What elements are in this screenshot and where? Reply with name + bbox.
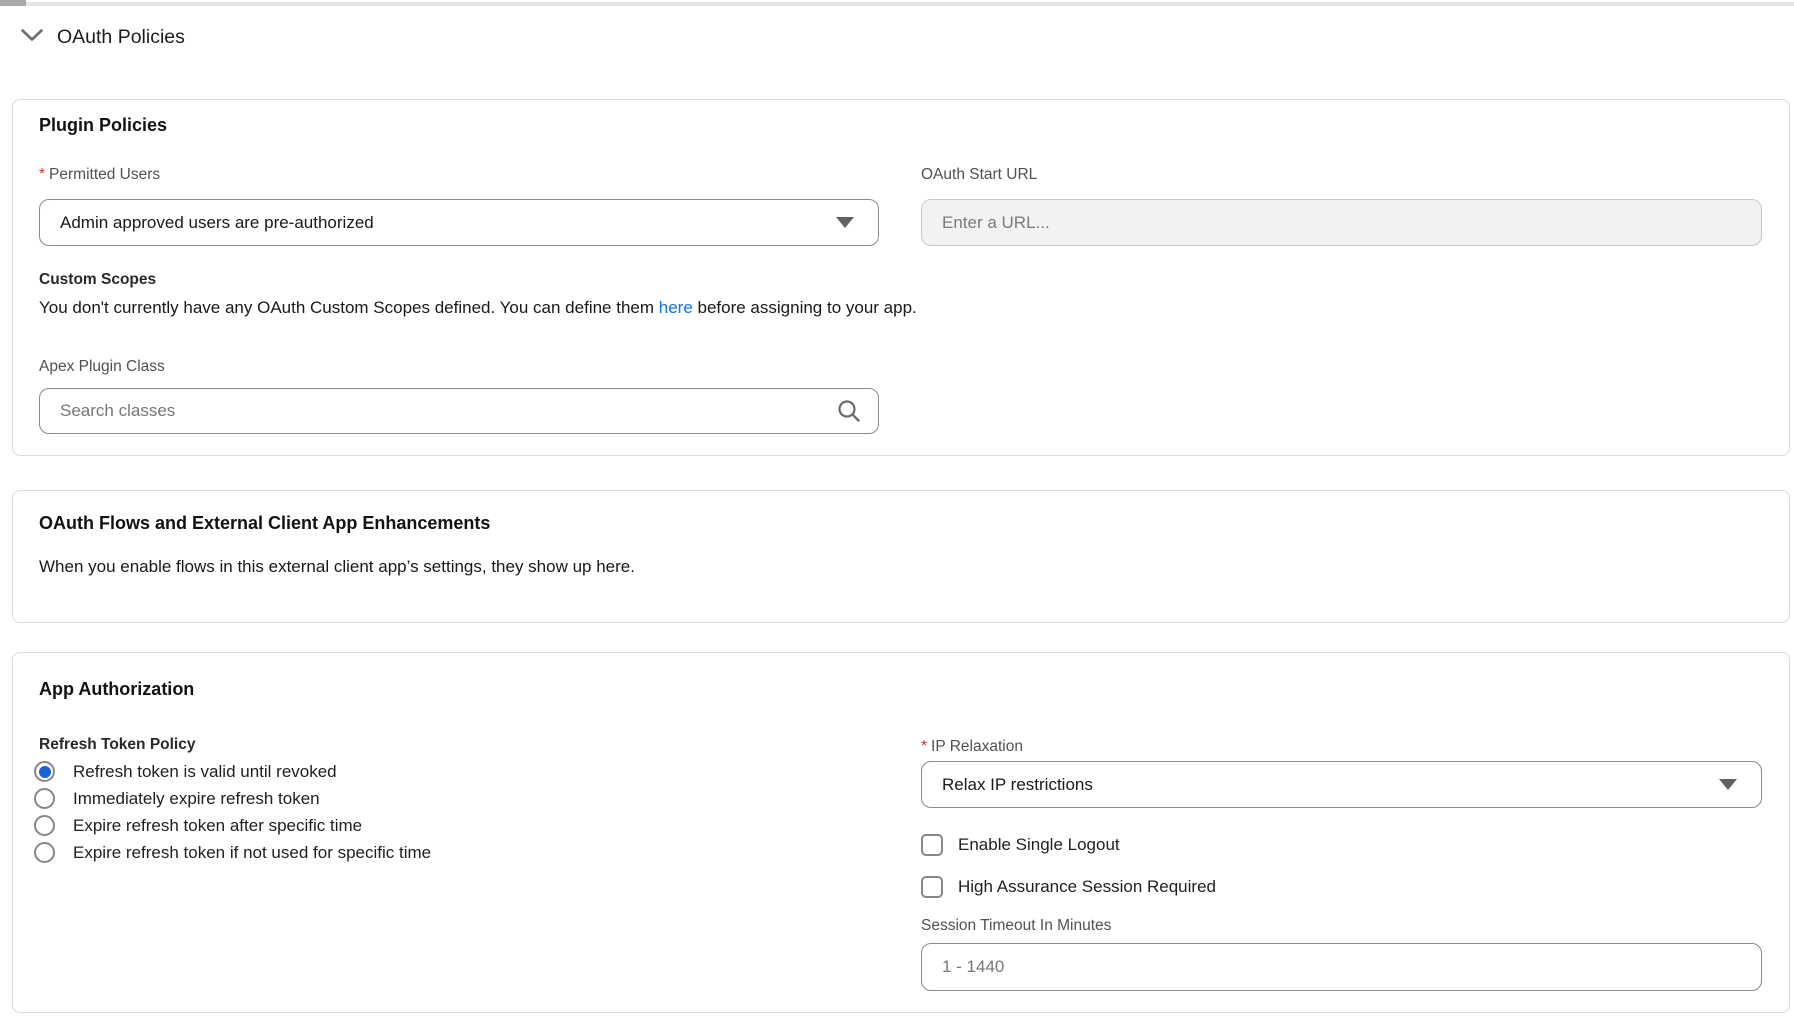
permitted-users-select[interactable]: Admin approved users are pre-authorized [39, 199, 879, 246]
session-timeout-label: Session Timeout In Minutes [921, 917, 1111, 935]
radio-option-valid-until-revoked[interactable]: Refresh token is valid until revoked [34, 761, 431, 782]
plugin-policies-card: Plugin Policies *Permitted Users Admin a… [12, 99, 1790, 456]
radio-icon[interactable] [34, 788, 55, 809]
app-authorization-heading: App Authorization [39, 679, 194, 700]
checkbox-label: Enable Single Logout [958, 835, 1120, 855]
apex-plugin-class-label: Apex Plugin Class [39, 358, 165, 376]
top-divider-segment [0, 0, 26, 6]
ip-relaxation-select-value: Relax IP restrictions [942, 775, 1093, 795]
radio-option-expire-if-unused[interactable]: Expire refresh token if not used for spe… [34, 842, 431, 863]
dropdown-caret-icon [836, 217, 854, 228]
oauth-flows-card: OAuth Flows and External Client App Enha… [12, 490, 1790, 623]
radio-option-label: Expire refresh token after specific time [73, 816, 362, 836]
custom-scopes-label: Custom Scopes [39, 271, 156, 289]
apex-plugin-class-search [39, 388, 879, 434]
required-asterisk: * [921, 738, 927, 755]
ip-relaxation-select[interactable]: Relax IP restrictions [921, 761, 1762, 808]
enable-single-logout-checkbox-row[interactable]: Enable Single Logout [921, 833, 1120, 856]
radio-icon[interactable] [34, 842, 55, 863]
required-asterisk: * [39, 166, 45, 183]
plugin-policies-heading: Plugin Policies [39, 115, 167, 136]
radio-option-expire-after-time[interactable]: Expire refresh token after specific time [34, 815, 431, 836]
radio-icon[interactable] [34, 815, 55, 836]
oauth-policies-screen: OAuth Policies Plugin Policies *Permitte… [0, 0, 1794, 1030]
dropdown-caret-icon [1719, 779, 1737, 790]
radio-option-label: Immediately expire refresh token [73, 789, 320, 809]
section-title: OAuth Policies [57, 26, 185, 49]
checkbox-icon[interactable] [921, 876, 943, 898]
oauth-start-url-label: OAuth Start URL [921, 166, 1037, 184]
high-assurance-session-checkbox-row[interactable]: High Assurance Session Required [921, 875, 1216, 898]
oauth-flows-description: When you enable flows in this external c… [39, 555, 635, 579]
permitted-users-label: *Permitted Users [39, 166, 160, 184]
radio-option-label: Expire refresh token if not used for spe… [73, 843, 431, 863]
top-divider [0, 2, 1794, 6]
oauth-start-url-input [921, 199, 1762, 246]
checkbox-label: High Assurance Session Required [958, 877, 1216, 897]
define-scopes-link[interactable]: here [659, 298, 693, 317]
apex-plugin-class-search-input[interactable] [39, 388, 879, 434]
custom-scopes-text: You don't currently have any OAuth Custo… [39, 296, 917, 320]
oauth-policies-section-header[interactable]: OAuth Policies [20, 24, 185, 50]
radio-option-immediately-expire[interactable]: Immediately expire refresh token [34, 788, 431, 809]
checkbox-icon[interactable] [921, 834, 943, 856]
chevron-down-icon[interactable] [20, 28, 44, 47]
radio-icon[interactable] [34, 761, 55, 782]
refresh-token-policy-radio-group: Refresh token is valid until revoked Imm… [34, 761, 431, 869]
permitted-users-select-value: Admin approved users are pre-authorized [60, 213, 374, 233]
ip-relaxation-label: *IP Relaxation [921, 738, 1023, 756]
session-timeout-input[interactable] [921, 943, 1762, 991]
oauth-flows-heading: OAuth Flows and External Client App Enha… [39, 513, 490, 534]
radio-option-label: Refresh token is valid until revoked [73, 762, 337, 782]
refresh-token-policy-label: Refresh Token Policy [39, 736, 195, 754]
app-authorization-card: App Authorization Refresh Token Policy R… [12, 652, 1790, 1013]
